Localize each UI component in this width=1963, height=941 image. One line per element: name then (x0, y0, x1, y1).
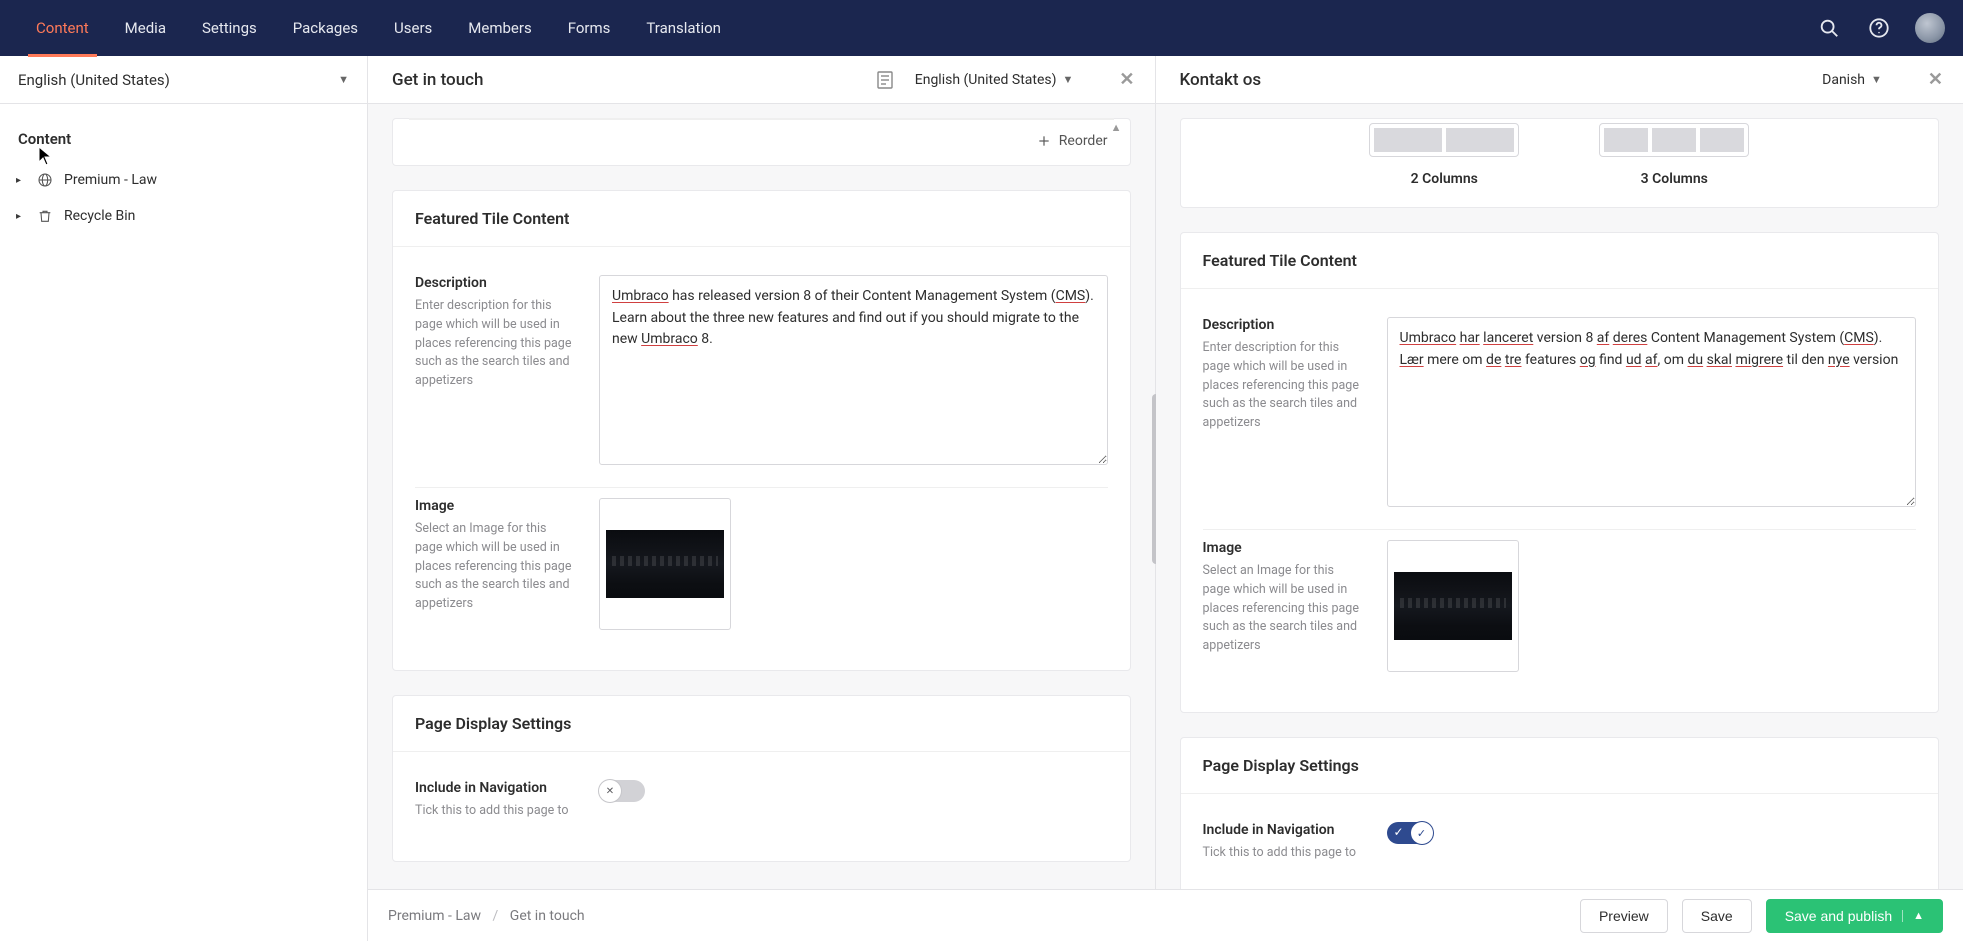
tree-item-recycle-bin[interactable]: ▸ Recycle Bin (10, 198, 357, 234)
document-title[interactable]: Kontakt os (1180, 70, 1811, 90)
nav-packages[interactable]: Packages (275, 0, 376, 56)
featured-tile-card: Featured Tile Content Description Enter … (392, 190, 1131, 671)
sidebar-language-selector[interactable]: English (United States) ▼ (0, 56, 367, 104)
field-help: Select an Image for this page which will… (1203, 562, 1363, 656)
preview-button[interactable]: Preview (1580, 899, 1668, 933)
mouse-cursor-icon (38, 146, 54, 168)
nav-content[interactable]: Content (18, 0, 107, 56)
field-label-description: Description (1203, 317, 1363, 333)
layout-options: 2 Columns 3 Columns (1180, 118, 1940, 208)
trash-icon (36, 207, 54, 225)
sidebar: English (United States) ▼ Content ▸ Premi… (0, 56, 368, 941)
top-navigation: ContentMediaSettingsPackagesUsersMembers… (0, 0, 1963, 56)
card-heading: Page Display Settings (393, 696, 1130, 752)
nav-forms[interactable]: Forms (550, 0, 629, 56)
field-help: Select an Image for this page which will… (415, 520, 575, 614)
footer-bar: Premium - Law / Get in touch Preview Sav… (368, 889, 1963, 941)
chevron-down-icon: ▼ (1063, 73, 1074, 86)
page-display-card: Page Display Settings Include in Navigat… (1180, 737, 1940, 904)
image-thumbnail[interactable] (599, 498, 731, 630)
breadcrumb-current[interactable]: Get in touch (510, 908, 585, 924)
chevron-right-icon[interactable]: ▸ (16, 211, 26, 222)
document-language-label: English (United States) (915, 72, 1057, 88)
save-button[interactable]: Save (1682, 899, 1752, 933)
layout-option-2-columns[interactable]: 2 Columns (1369, 123, 1519, 187)
tree-item-label: Recycle Bin (64, 208, 135, 224)
image-thumbnail[interactable] (1387, 540, 1519, 672)
featured-tile-card: Featured Tile Content Description Enter … (1180, 232, 1940, 713)
field-label-include-nav: Include in Navigation (1203, 822, 1363, 838)
editor-panel-primary: Get in touch English (United States) ▼ ✕… (368, 56, 1156, 941)
card-heading: Featured Tile Content (393, 191, 1130, 247)
field-label-include-nav: Include in Navigation (415, 780, 575, 796)
sidebar-section-heading: Content (0, 104, 367, 162)
nav-media[interactable]: Media (107, 0, 184, 56)
field-help: Enter description for this page which wi… (1203, 339, 1363, 433)
field-help: Tick this to add this page to (415, 802, 575, 821)
field-label-image: Image (1203, 540, 1363, 556)
description-textarea[interactable]: Umbraco has released version 8 of their … (599, 275, 1108, 465)
breadcrumb-separator: / (493, 908, 499, 924)
sidebar-language-label: English (United States) (18, 71, 170, 89)
include-nav-toggle[interactable] (599, 780, 645, 802)
layout-option-label: 2 Columns (1411, 171, 1478, 187)
field-label-image: Image (415, 498, 575, 514)
card-heading: Featured Tile Content (1181, 233, 1939, 289)
include-nav-toggle[interactable] (1387, 822, 1433, 844)
chevron-down-icon: ▼ (338, 73, 349, 86)
document-language-selector[interactable]: Danish ▼ (1822, 72, 1882, 88)
breadcrumb-root[interactable]: Premium - Law (388, 908, 481, 924)
field-help: Tick this to add this page to (1203, 844, 1363, 863)
editor-panel-variant: Kontakt os Danish ▼ ✕ 2 Columns 3 Columns… (1156, 56, 1963, 941)
breadcrumb: Premium - Law / Get in touch (388, 908, 585, 924)
nav-users[interactable]: Users (376, 0, 450, 56)
document-title[interactable]: Get in touch (392, 70, 865, 90)
document-language-label: Danish (1822, 72, 1865, 88)
globe-icon (36, 171, 54, 189)
page-display-card: Page Display Settings Include in Navigat… (392, 695, 1131, 862)
field-label-description: Description (415, 275, 575, 291)
field-help: Enter description for this page which wi… (415, 297, 575, 391)
nav-settings[interactable]: Settings (184, 0, 275, 56)
chevron-right-icon[interactable]: ▸ (16, 175, 26, 186)
description-textarea[interactable]: Umbraco har lanceret version 8 af deres … (1387, 317, 1917, 507)
layout-option-label: 3 Columns (1641, 171, 1708, 187)
help-icon[interactable] (1865, 14, 1893, 42)
reorder-button[interactable]: ▲ Reorder (392, 118, 1131, 166)
nav-members[interactable]: Members (450, 0, 549, 56)
tree-item-label: Premium - Law (64, 172, 157, 188)
card-heading: Page Display Settings (1181, 738, 1939, 794)
collapse-up-icon[interactable]: ▲ (1111, 121, 1122, 134)
publish-button-label: Save and publish (1785, 908, 1892, 924)
close-icon[interactable]: ✕ (1119, 69, 1134, 90)
avatar[interactable] (1915, 13, 1945, 43)
search-icon[interactable] (1815, 14, 1843, 42)
close-icon[interactable]: ✕ (1928, 69, 1943, 90)
save-and-publish-button[interactable]: Save and publish ▲ (1766, 899, 1943, 933)
chevron-down-icon: ▼ (1871, 73, 1882, 86)
nav-translation[interactable]: Translation (628, 0, 739, 56)
layout-option-3-columns[interactable]: 3 Columns (1599, 123, 1749, 187)
document-info-icon[interactable] (877, 71, 893, 89)
tree-item-premium-law[interactable]: ▸ Premium - Law (10, 162, 357, 198)
reorder-label: Reorder (1059, 133, 1108, 149)
chevron-up-icon[interactable]: ▲ (1902, 910, 1924, 922)
document-language-selector[interactable]: English (United States) ▼ (915, 72, 1074, 88)
